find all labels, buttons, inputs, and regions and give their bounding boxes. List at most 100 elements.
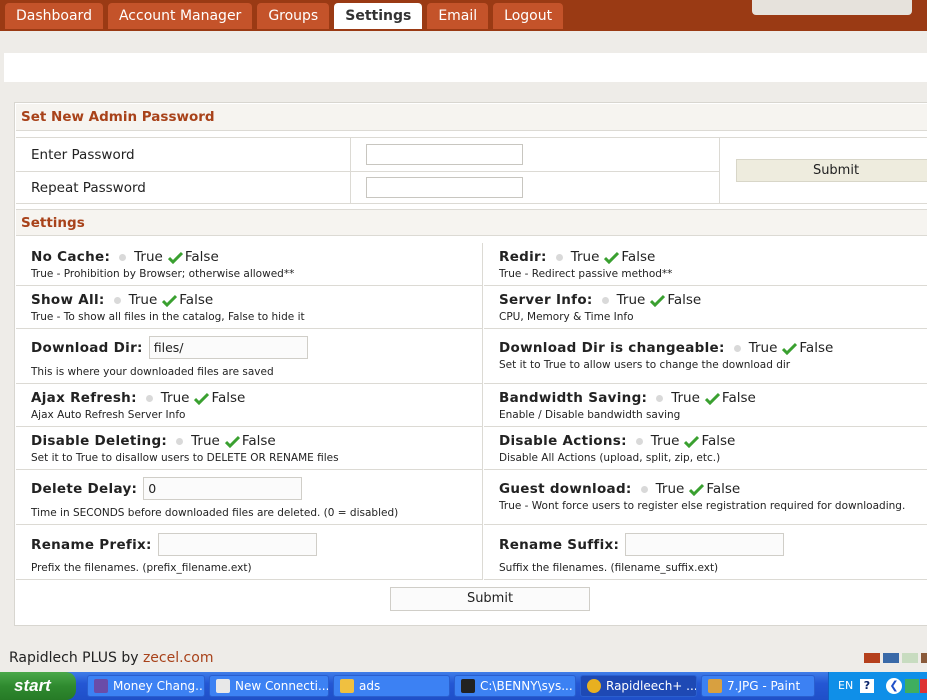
taskbar-item[interactable]: C:\BENNY\sys...: [454, 675, 576, 697]
setting-description: Prefix the filenames. (prefix_filename.e…: [31, 562, 252, 574]
false-label: False: [706, 481, 741, 497]
setting-label: Delete Delay:: [31, 480, 138, 497]
message-strip: [4, 53, 927, 82]
footer: Rapidlech PLUS by zecel.com: [9, 650, 213, 666]
language-indicator[interactable]: EN: [838, 679, 853, 692]
password-section-title: Set New Admin Password: [16, 104, 927, 131]
radio-true[interactable]: [656, 394, 664, 402]
taskbar-item-label: 7.JPG - Paint: [727, 679, 801, 693]
setting-guest-download: Guest download: True False True - Wont f…: [484, 470, 927, 525]
delete-delay-input[interactable]: 0: [143, 477, 303, 500]
setting-description: True - Wont force users to register else…: [499, 500, 906, 512]
radio-true[interactable]: [640, 485, 648, 493]
setting-delete-delay: Delete Delay: 0 Time in SECONDS before d…: [16, 470, 483, 525]
start-button[interactable]: start: [0, 672, 76, 700]
tab-logout[interactable]: Logout: [493, 3, 564, 29]
false-label: False: [621, 249, 656, 265]
tab-account-manager[interactable]: Account Manager: [107, 3, 253, 29]
check-icon[interactable]: [167, 251, 183, 264]
theme-swatches: [864, 653, 927, 663]
theme-swatch[interactable]: [921, 653, 927, 663]
tab-groups[interactable]: Groups: [257, 3, 330, 29]
true-label: True: [160, 390, 190, 406]
windows-taskbar: start Money Chang... New Connecti... ads…: [0, 672, 927, 700]
false-label: False: [241, 433, 276, 449]
setting-label: Server Info:: [499, 292, 593, 308]
password-submit-button[interactable]: Submit: [736, 159, 927, 182]
false-label: False: [667, 292, 702, 308]
tab-email[interactable]: Email: [427, 3, 489, 29]
tray-icon[interactable]: [920, 679, 927, 693]
setting-label: Show All:: [31, 292, 105, 308]
rename-suffix-input[interactable]: [625, 533, 785, 556]
rename-prefix-input[interactable]: [157, 533, 317, 556]
true-label: True: [748, 340, 778, 356]
setting-label: Disable Deleting:: [31, 433, 168, 449]
download-dir-input[interactable]: files/: [148, 336, 308, 359]
setting-label: Guest download:: [499, 481, 632, 497]
taskbar-item[interactable]: ads: [333, 675, 450, 697]
enter-password-input[interactable]: [366, 144, 523, 165]
setting-no-cache: No Cache: True False True - Prohibition …: [16, 243, 483, 286]
true-label: True: [655, 481, 685, 497]
settings-submit-button[interactable]: Submit: [390, 587, 590, 611]
tab-settings[interactable]: Settings: [334, 3, 423, 29]
true-label: True: [570, 249, 600, 265]
tray-icon[interactable]: [905, 679, 919, 693]
false-label: False: [701, 433, 736, 449]
setting-label: Download Dir:: [31, 339, 143, 356]
setting-server-info: Server Info: True False CPU, Memory & Ti…: [484, 286, 927, 329]
footer-text: Rapidlech PLUS by: [9, 650, 143, 666]
setting-description: True - Prohibition by Browser; otherwise…: [31, 268, 295, 280]
setting-label: Rename Prefix:: [31, 536, 152, 553]
password-table: Enter Password Repeat Password Submit: [16, 137, 927, 204]
check-icon[interactable]: [782, 342, 798, 355]
setting-ajax-refresh: Ajax Refresh: True False Ajax Auto Refre…: [16, 384, 483, 427]
radio-true[interactable]: [145, 394, 153, 402]
true-label: True: [134, 249, 163, 265]
repeat-password-input[interactable]: [366, 177, 523, 198]
setting-redir: Redir: True False True - Redirect passiv…: [484, 243, 927, 286]
check-icon[interactable]: [684, 435, 700, 448]
true-label: True: [191, 433, 220, 449]
console-icon: [461, 679, 475, 693]
enter-password-row: Enter Password: [16, 138, 720, 171]
check-icon[interactable]: [704, 392, 720, 405]
tab-dashboard[interactable]: Dashboard: [5, 3, 103, 29]
taskbar-item-label: Rapidleech+ ...: [606, 679, 697, 693]
settings-section-title: Settings: [16, 209, 927, 236]
radio-true[interactable]: [119, 253, 127, 261]
setting-description: Set it to True to disallow users to DELE…: [31, 452, 339, 464]
radio-true[interactable]: [113, 296, 121, 304]
theme-swatch[interactable]: [864, 653, 880, 663]
radio-true[interactable]: [176, 437, 184, 445]
radio-true[interactable]: [733, 344, 741, 352]
help-icon[interactable]: ?: [860, 679, 874, 693]
setting-label: Rename Suffix:: [499, 536, 620, 553]
taskbar-item[interactable]: 7.JPG - Paint: [701, 675, 815, 697]
chrome-icon: [587, 679, 601, 693]
taskbar-item[interactable]: New Connecti...: [209, 675, 329, 697]
settings-panel: Set New Admin Password Enter Password Re…: [14, 102, 927, 626]
folder-icon: [340, 679, 354, 693]
taskbar-item-label: New Connecti...: [235, 679, 329, 693]
false-label: False: [184, 249, 219, 265]
theme-swatch[interactable]: [883, 653, 899, 663]
check-icon[interactable]: [650, 294, 666, 307]
taskbar-item[interactable]: Money Chang...: [87, 675, 205, 697]
radio-true[interactable]: [635, 437, 643, 445]
radio-true[interactable]: [555, 253, 563, 261]
setting-description: This is where your downloaded files are …: [31, 366, 274, 378]
radio-true[interactable]: [601, 296, 609, 304]
check-icon[interactable]: [162, 294, 178, 307]
check-icon[interactable]: [689, 483, 705, 496]
chevron-left-icon[interactable]: ❮: [886, 678, 902, 694]
check-icon[interactable]: [194, 392, 210, 405]
taskbar-item[interactable]: Rapidleech+ ...: [580, 675, 697, 697]
theme-swatch[interactable]: [902, 653, 918, 663]
footer-brand-link[interactable]: zecel.com: [143, 650, 214, 666]
check-icon[interactable]: [224, 435, 240, 448]
check-icon[interactable]: [604, 251, 620, 264]
top-right-box: [752, 0, 912, 15]
true-label: True: [128, 292, 158, 308]
